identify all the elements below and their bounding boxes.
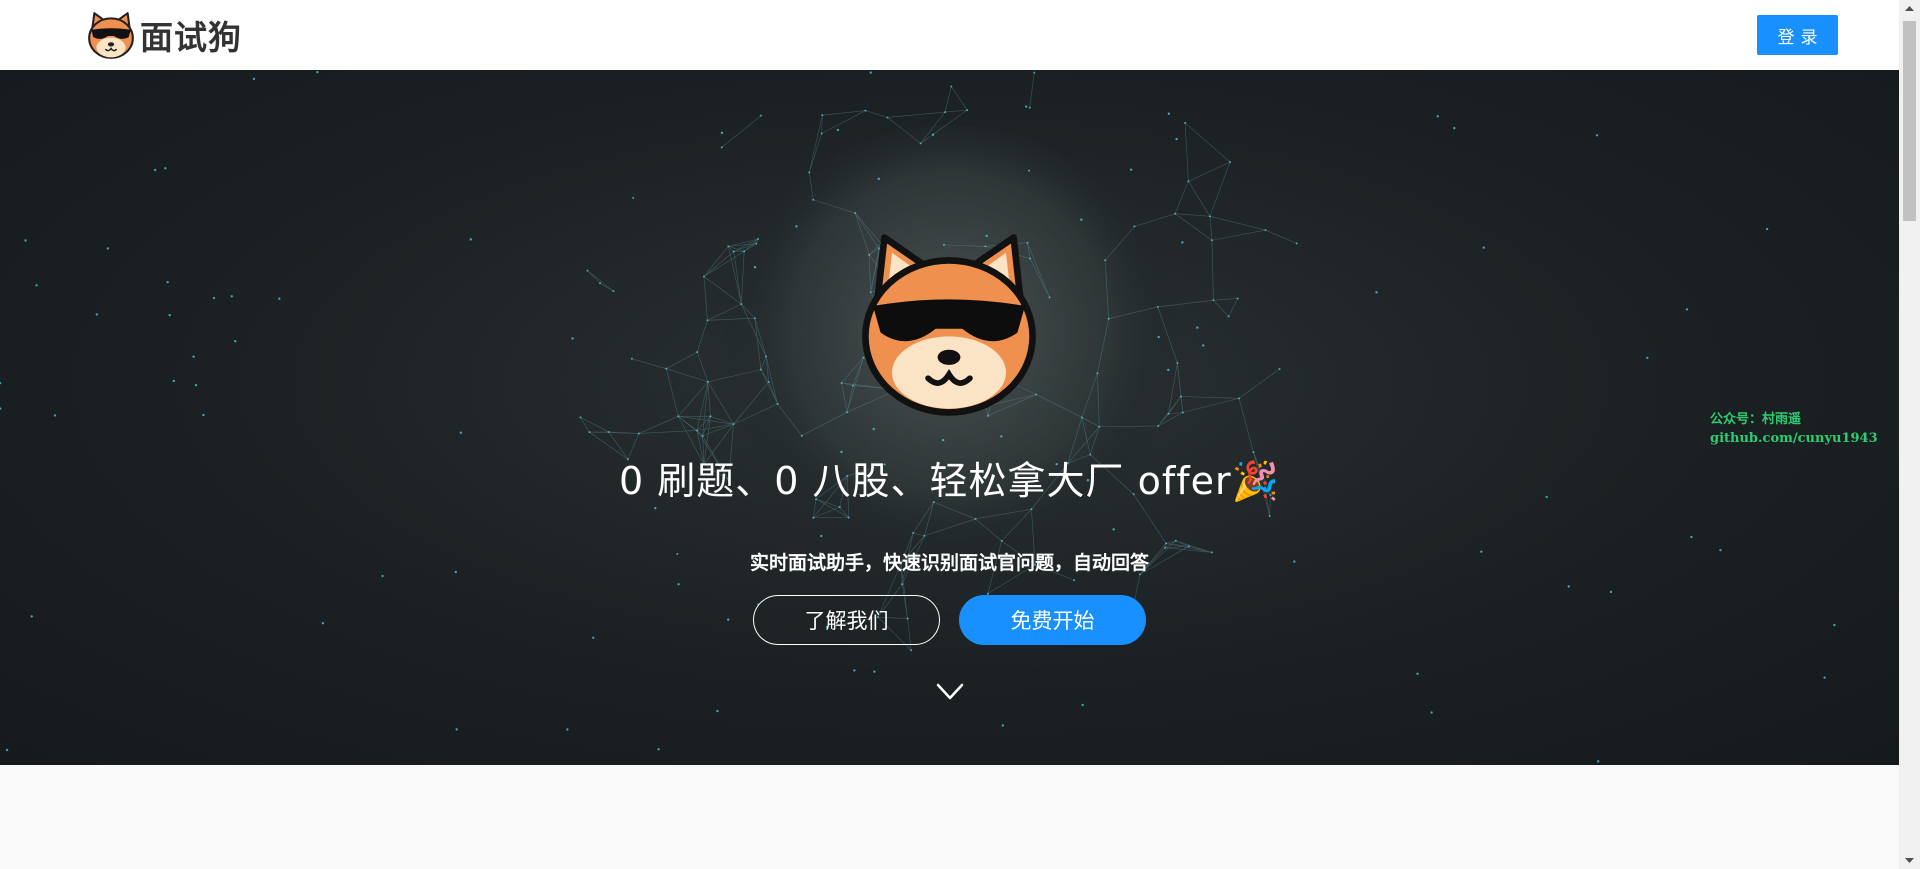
shiba-sunglasses-icon xyxy=(862,234,1036,416)
shiba-logo-icon xyxy=(88,12,134,59)
scroll-up-arrow-icon[interactable] xyxy=(1899,0,1920,17)
watermark-line-1: 公众号：村雨遥 xyxy=(1710,412,1802,427)
watermark: 公众号：村雨遥 github.com/cunyu1943 xyxy=(1710,410,1878,448)
brand[interactable]: 面试狗 xyxy=(85,9,242,61)
hero-title: 0 刷题、0 八股、轻松拿大厂 offer🎉 xyxy=(619,459,1280,503)
chevron-down-icon[interactable] xyxy=(935,682,965,702)
hero-subtitle: 实时面试助手，快速识别面试官问题，自动回答 xyxy=(749,552,1149,574)
scroll-down-arrow-icon[interactable] xyxy=(1899,852,1920,869)
login-button[interactable]: 登录 xyxy=(1757,15,1838,55)
about-us-button[interactable]: 了解我们 xyxy=(753,595,940,645)
hero-section: 0 刷题、0 八股、轻松拿大厂 offer🎉 实时面试助手，快速识别面试官问题，… xyxy=(0,70,1899,765)
watermark-line-2: github.com/cunyu1943 xyxy=(1710,431,1878,446)
top-navbar: 面试狗 登录 xyxy=(0,0,1899,70)
brand-name: 面试狗 xyxy=(140,18,242,57)
start-free-button[interactable]: 免费开始 xyxy=(959,595,1146,645)
page-scrollbar[interactable] xyxy=(1899,0,1920,869)
scroll-thumb[interactable] xyxy=(1903,21,1916,221)
